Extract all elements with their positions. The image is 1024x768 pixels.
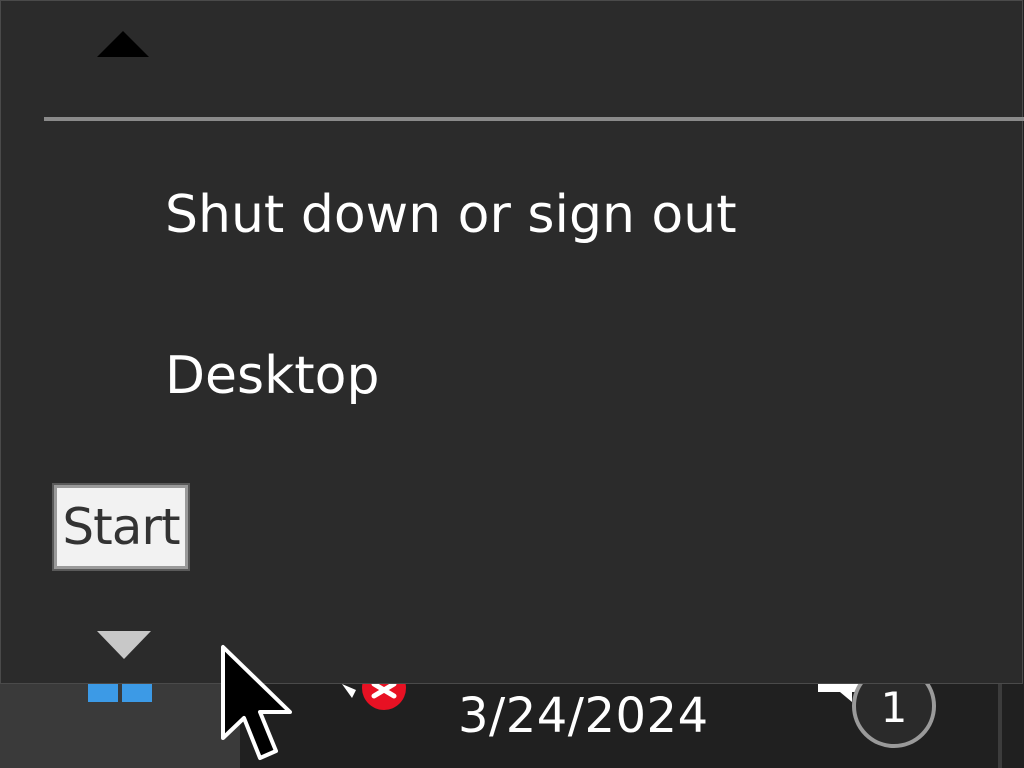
menu-item-desktop[interactable]: Desktop xyxy=(165,346,379,406)
show-desktop-button[interactable] xyxy=(998,684,1002,768)
scroll-up-arrow-icon[interactable] xyxy=(97,31,149,57)
windows-logo-icon xyxy=(88,684,152,702)
notification-count: 1 xyxy=(881,684,908,732)
start-context-menu: Shut down or sign out Desktop Start xyxy=(0,0,1024,684)
desktop-screen: 3/24/2024 1 Shut down or sign out Deskto… xyxy=(0,0,1024,768)
notification-badge-icon[interactable]: 1 xyxy=(818,684,942,752)
mouse-pointer-icon xyxy=(221,645,292,760)
taskbar-clock-date[interactable]: 3/24/2024 xyxy=(458,688,709,744)
start-button[interactable] xyxy=(0,684,240,768)
taskbar: 3/24/2024 1 xyxy=(0,684,1024,768)
start-tooltip: Start xyxy=(52,483,190,571)
menu-item-shut-down-or-sign-out[interactable]: Shut down or sign out xyxy=(165,185,737,245)
scroll-down-arrow-icon[interactable] xyxy=(97,631,151,659)
network-error-icon[interactable] xyxy=(338,684,410,710)
menu-separator xyxy=(44,117,1024,121)
